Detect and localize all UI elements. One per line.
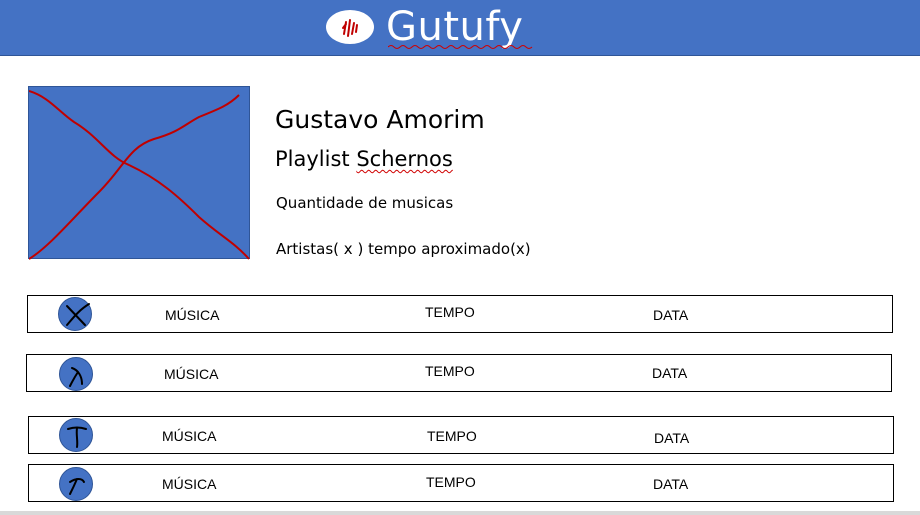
track-date: DATA [654,430,690,446]
track-time: TEMPO [426,474,476,490]
song-count-label: Quantidade de musicas [276,194,454,212]
artists-time-label: Artistas( x ) tempo aproximado(x) [276,240,531,258]
app-header: Gutufy [0,0,920,56]
app-title: Gutufy [386,0,533,55]
play-scribble-icon[interactable] [58,297,92,331]
owner-name: Gustavo Amorim [275,105,485,134]
crossed-out-image-placeholder [29,90,250,260]
table-row[interactable]: MÚSICA TEMPO DATA [26,354,892,392]
bottom-divider [0,511,920,515]
play-scribble-icon[interactable] [59,467,93,501]
track-date: DATA [653,476,689,492]
table-row[interactable]: MÚSICA TEMPO DATA [28,416,894,454]
table-row[interactable]: MÚSICA TEMPO DATA [27,295,893,333]
table-row[interactable]: MÚSICA TEMPO DATA [28,464,894,502]
track-music: MÚSICA [165,307,220,323]
track-time: TEMPO [425,304,475,320]
track-date: DATA [653,307,689,323]
track-music: MÚSICA [164,366,219,382]
track-time: TEMPO [427,428,477,444]
hand-logo-icon[interactable] [326,10,374,44]
track-music: MÚSICA [162,428,217,444]
playlist-cover-image[interactable] [28,86,250,260]
track-music: MÚSICA [162,476,217,492]
track-date: DATA [652,365,688,381]
playlist-title: Playlist Schernos [275,147,453,171]
spellcheck-underline [388,45,533,49]
track-time: TEMPO [425,363,475,379]
play-scribble-icon[interactable] [59,418,93,452]
play-scribble-icon[interactable] [59,357,93,391]
